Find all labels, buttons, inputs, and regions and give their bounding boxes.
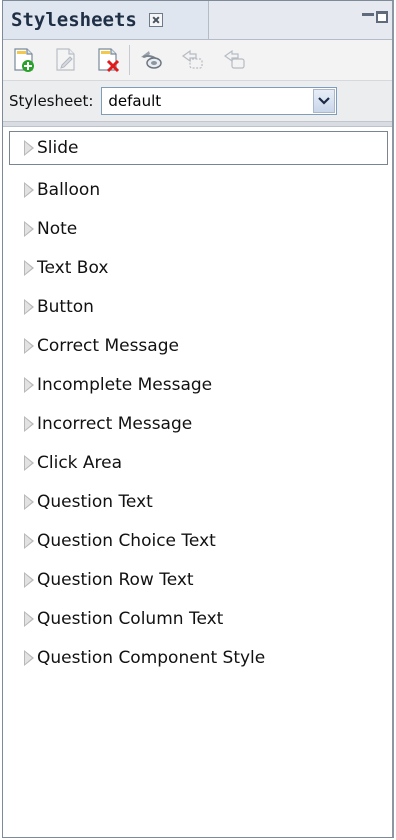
list-item-label: Button <box>37 296 94 317</box>
expand-arrow-icon[interactable] <box>24 259 34 276</box>
stylesheet-dropdown-value: default <box>108 92 162 110</box>
list-item-label: Question Column Text <box>37 608 224 629</box>
list-item[interactable]: Text Box <box>9 248 388 287</box>
window-controls <box>362 11 388 23</box>
list-item[interactable]: Click Area <box>9 443 388 482</box>
edit-stylesheet-icon[interactable] <box>53 47 79 73</box>
export-style-icon[interactable] <box>222 47 248 73</box>
list-item[interactable]: Incorrect Message <box>9 404 388 443</box>
expand-arrow-icon[interactable] <box>24 532 34 549</box>
expand-arrow-icon[interactable] <box>24 337 34 354</box>
chevron-down-icon[interactable] <box>313 89 336 113</box>
expand-arrow-icon[interactable] <box>24 376 34 393</box>
import-style-icon[interactable] <box>180 47 206 73</box>
list-item-label: Click Area <box>37 452 123 473</box>
expand-arrow-icon[interactable] <box>24 649 34 666</box>
list-item-label: Question Row Text <box>37 569 194 590</box>
list-item-label: Balloon <box>37 179 101 200</box>
list-item-label: Text Box <box>37 257 109 278</box>
panel-tab-bar: Stylesheets <box>3 1 392 40</box>
list-item[interactable]: Slide <box>9 131 388 165</box>
expand-arrow-icon[interactable] <box>24 140 34 156</box>
expand-arrow-icon[interactable] <box>24 454 34 471</box>
list-item[interactable]: Question Text <box>9 482 388 521</box>
minimize-icon[interactable] <box>362 12 374 16</box>
list-item-label: Incorrect Message <box>37 413 193 434</box>
list-item-label: Question Choice Text <box>37 530 216 551</box>
list-item[interactable]: Incomplete Message <box>9 365 388 404</box>
list-item-label: Note <box>37 218 78 239</box>
list-item[interactable]: Question Choice Text <box>9 521 388 560</box>
apply-style-icon[interactable] <box>138 47 164 73</box>
style-list: Slide Balloon Note Text Box Button Corre… <box>3 127 392 677</box>
expand-arrow-icon[interactable] <box>24 415 34 432</box>
expand-arrow-icon[interactable] <box>24 610 34 627</box>
toolbar <box>3 40 392 81</box>
expand-arrow-icon[interactable] <box>24 181 34 198</box>
stylesheet-label: Stylesheet: <box>9 92 94 110</box>
list-item[interactable]: Note <box>9 209 388 248</box>
maximize-icon[interactable] <box>376 11 388 23</box>
tab-stylesheets[interactable]: Stylesheets <box>3 1 209 39</box>
list-item[interactable]: Question Row Text <box>9 560 388 599</box>
list-item-label: Question Component Style <box>37 647 266 668</box>
list-item-label: Correct Message <box>37 335 179 356</box>
delete-stylesheet-icon[interactable] <box>95 47 121 73</box>
expand-arrow-icon[interactable] <box>24 220 34 237</box>
expand-arrow-icon[interactable] <box>24 493 34 510</box>
close-icon[interactable] <box>148 13 163 27</box>
stylesheet-selector-row: Stylesheet: default <box>3 81 392 122</box>
list-item[interactable]: Button <box>9 287 388 326</box>
list-item[interactable]: Question Column Text <box>9 599 388 638</box>
new-stylesheet-icon[interactable] <box>11 47 37 73</box>
expand-arrow-icon[interactable] <box>24 298 34 315</box>
list-item[interactable]: Balloon <box>9 170 388 209</box>
stylesheet-dropdown[interactable]: default <box>101 87 338 115</box>
list-item-label: Question Text <box>37 491 153 512</box>
list-item-label: Incomplete Message <box>37 374 213 395</box>
list-item[interactable]: Correct Message <box>9 326 388 365</box>
list-item-label: Slide <box>37 138 79 158</box>
list-item[interactable]: Question Component Style <box>9 638 388 677</box>
toolbar-separator <box>129 45 130 75</box>
stylesheets-panel: Stylesheets Stylesheet: default Slide Ba… <box>2 0 394 838</box>
panel-title: Stylesheets <box>11 9 137 31</box>
expand-arrow-icon[interactable] <box>24 571 34 588</box>
